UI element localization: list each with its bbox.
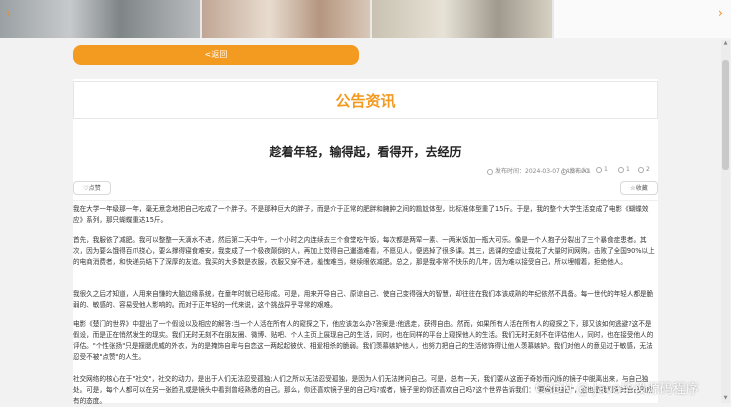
article-paragraph: 电影《楚门的世界》中提出了一个假设以及相应的解答:当一个人活在所有人的窥探之下，… xyxy=(73,320,654,361)
favorite-count: 1 xyxy=(618,166,630,173)
scroll-down-icon[interactable]: ▼ xyxy=(722,395,729,402)
thumb-icon xyxy=(596,166,602,173)
divider xyxy=(73,200,658,201)
scrollbar-thumb[interactable] xyxy=(722,60,729,170)
like-button[interactable]: ♡点赞 xyxy=(73,181,111,195)
publisher: 发布人1 xyxy=(561,166,591,175)
comment-icon xyxy=(638,166,644,173)
collect-button[interactable]: ☆收藏 xyxy=(620,181,658,195)
section-title: 公告资讯 xyxy=(335,92,396,110)
carousel-slide-image xyxy=(202,0,370,38)
csdn-watermark: CSDN @ Java毕设源码程序 xyxy=(535,382,699,397)
like-count: 1 xyxy=(596,166,608,173)
carousel-slide-image xyxy=(554,0,731,38)
star-icon xyxy=(618,166,624,173)
article-paragraph: 我在大学一年级那一年，毫无意念地把自己吃成了一个胖子。不是那种巨大的胖子，而是介… xyxy=(73,205,649,224)
article-title: 趁着年轻，输得起，看得开，去经历 xyxy=(269,145,462,159)
clock-icon xyxy=(487,168,493,175)
carousel-prev-icon[interactable]: ‹ xyxy=(6,6,11,20)
carousel-slide-image xyxy=(372,0,552,38)
scroll-up-icon[interactable]: ▲ xyxy=(722,40,729,47)
back-button[interactable]: <返回 xyxy=(73,45,359,65)
article-paragraph: 我很久之后才知道，人用来自慊的大脑边缘系统，在童年时就已经形成。可是，用来开导自… xyxy=(73,290,654,309)
image-carousel[interactable]: ‹ › xyxy=(0,0,731,38)
user-icon xyxy=(561,168,567,175)
article-paragraph: 首先，我服依了减肥。我可以整整一天滴水不进，然后第二天中午，一个小时之内连续去三… xyxy=(73,236,655,266)
carousel-next-icon[interactable]: › xyxy=(718,6,723,20)
section-header: 公告资讯 xyxy=(73,81,658,119)
comment-count: 2 xyxy=(638,166,650,173)
carousel-slide-image xyxy=(0,0,200,38)
